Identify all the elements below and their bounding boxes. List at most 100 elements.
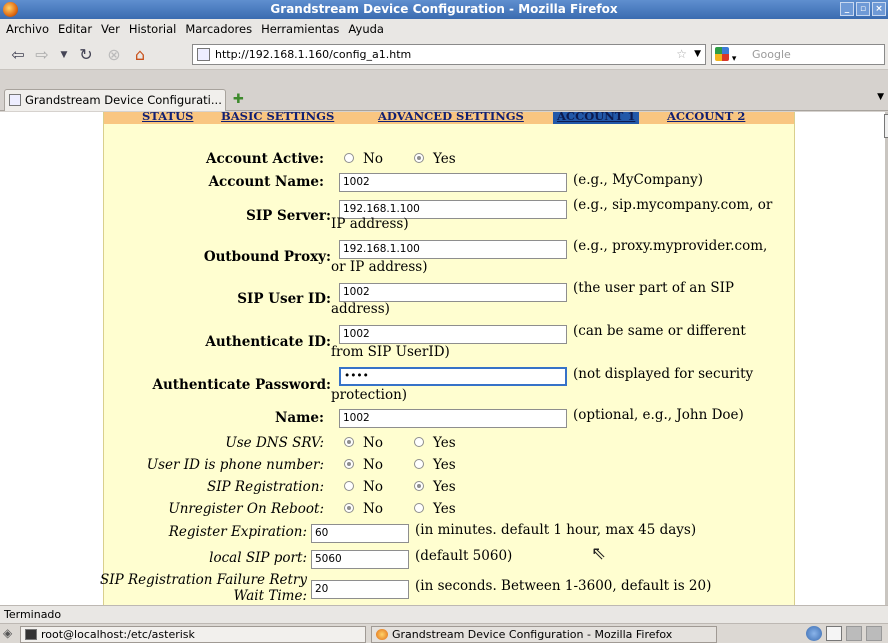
nav-basic-settings-link[interactable]: BASIC SETTINGS xyxy=(221,112,334,123)
home-icon[interactable]: ⌂ xyxy=(130,45,150,65)
account-name-hint: (e.g., MyCompany) xyxy=(573,172,704,188)
retry-wait-label: SIP Registration Failure Retry xyxy=(99,572,307,588)
menubar: Archivo Editar Ver Historial Marcadores … xyxy=(0,19,888,39)
new-tab-icon[interactable]: ✚ xyxy=(233,92,244,107)
back-icon[interactable]: ⇦ xyxy=(8,45,28,65)
menu-marcadores[interactable]: Marcadores xyxy=(185,22,252,36)
system-tray xyxy=(806,626,882,641)
tab-strip: Grandstream Device Configurati... ✚ ▼ xyxy=(0,88,888,111)
menu-herramientas[interactable]: Herramientas xyxy=(261,22,339,36)
retry-wait-hint: (in seconds. Between 1-3600, default is … xyxy=(415,578,712,594)
use-dns-srv-no-radio[interactable]: No xyxy=(344,435,383,451)
retry-wait-label-line2: Wait Time: xyxy=(233,588,307,604)
status-bar: Terminado xyxy=(0,605,888,623)
page-favicon-icon xyxy=(197,48,210,61)
register-expiration-label: Register Expiration: xyxy=(168,524,307,540)
outbound-proxy-hint-wrap: or IP address) xyxy=(331,259,428,275)
stop-icon[interactable]: ⊗ xyxy=(104,45,124,65)
config-panel: STATUS BASIC SETTINGS ADVANCED SETTINGS … xyxy=(99,112,795,605)
tab-label: Grandstream Device Configurati... xyxy=(25,93,222,107)
menu-archivo[interactable]: Archivo xyxy=(6,22,49,36)
desktop-icon[interactable]: ◈ xyxy=(3,626,17,641)
authenticate-id-hint: (can be same or different xyxy=(573,323,746,339)
sip-registration-yes-radio[interactable]: Yes xyxy=(414,479,456,495)
unregister-reboot-no-radio[interactable]: No xyxy=(344,501,383,517)
local-sip-port-hint: (default 5060) xyxy=(415,548,513,564)
workspace-1-icon[interactable] xyxy=(826,626,842,641)
tray-app-icon[interactable] xyxy=(806,626,822,641)
unregister-reboot-yes-radio[interactable]: Yes xyxy=(414,501,456,517)
nav-advanced-settings-link[interactable]: ADVANCED SETTINGS xyxy=(378,112,524,123)
firefox-task-icon xyxy=(376,629,388,640)
sip-registration-label: SIP Registration: xyxy=(206,479,324,495)
account-name-label: Account Name: xyxy=(208,174,324,190)
minimize-button[interactable]: _ xyxy=(840,2,854,16)
menu-editar[interactable]: Editar xyxy=(58,22,92,36)
terminal-icon xyxy=(25,629,37,640)
authenticate-password-hint: (not displayed for security xyxy=(573,366,754,382)
nav-account1-link[interactable]: ACCOUNT 1 xyxy=(553,112,640,124)
register-expiration-input[interactable]: 60 xyxy=(311,524,409,543)
outbound-proxy-input[interactable]: 192.168.1.100 xyxy=(339,240,567,259)
close-button[interactable]: × xyxy=(872,2,886,16)
use-dns-srv-label: Use DNS SRV: xyxy=(225,435,324,451)
firefox-icon xyxy=(3,2,18,17)
user-id-phone-no-radio[interactable]: No xyxy=(344,457,383,473)
sip-server-label: SIP Server: xyxy=(246,208,331,224)
url-input[interactable]: http://192.168.1.160/config_a1.htm ☆ ▼ xyxy=(192,44,706,65)
authenticate-password-input[interactable]: •••• xyxy=(339,367,567,386)
local-sip-port-label: local SIP port: xyxy=(209,550,307,566)
sip-server-hint-wrap: IP address) xyxy=(331,216,409,232)
sip-user-id-hint: (the user part of an SIP xyxy=(573,280,734,296)
search-placeholder: Google xyxy=(752,48,791,61)
tab-grandstream[interactable]: Grandstream Device Configurati... xyxy=(4,89,226,111)
user-id-phone-yes-radio[interactable]: Yes xyxy=(414,457,456,473)
authenticate-id-input[interactable]: 1002 xyxy=(339,325,567,344)
tab-list-icon[interactable]: ▼ xyxy=(877,92,884,102)
nav-status-link[interactable]: STATUS xyxy=(142,112,193,123)
forward-icon[interactable]: ⇨ xyxy=(32,45,52,65)
authenticate-password-hint-wrap: protection) xyxy=(331,387,408,403)
navigation-toolbar: ⇦ ⇨ ▼ ↻ ⊗ ⌂ http://192.168.1.160/config_… xyxy=(0,39,888,70)
reload-icon[interactable]: ↻ xyxy=(76,45,96,65)
window-title: Grandstream Device Configuration - Mozil… xyxy=(270,2,618,16)
nav-account2-link[interactable]: ACCOUNT 2 xyxy=(667,112,745,123)
history-dropdown-icon[interactable]: ▼ xyxy=(54,45,74,65)
menu-ayuda[interactable]: Ayuda xyxy=(348,22,384,36)
register-expiration-hint: (in minutes. default 1 hour, max 45 days… xyxy=(415,522,697,538)
authenticate-password-label: Authenticate Password: xyxy=(152,377,332,393)
window-titlebar: Grandstream Device Configuration - Mozil… xyxy=(0,0,888,19)
use-dns-srv-yes-radio[interactable]: Yes xyxy=(414,435,456,451)
page-content: STATUS BASIC SETTINGS ADVANCED SETTINGS … xyxy=(0,112,888,605)
account-active-no-radio[interactable]: No xyxy=(344,151,383,167)
maximize-button[interactable]: ▫ xyxy=(856,2,870,16)
sip-server-hint: (e.g., sip.mycompany.com, or xyxy=(573,197,773,213)
sip-user-id-input[interactable]: 1002 xyxy=(339,283,567,302)
workspace-2-icon[interactable] xyxy=(846,626,862,641)
task-terminal[interactable]: root@localhost:/etc/asterisk xyxy=(20,626,366,643)
taskbar: ◈ root@localhost:/etc/asterisk Grandstre… xyxy=(0,623,888,643)
authenticate-id-hint-wrap: from SIP UserID) xyxy=(331,344,450,360)
url-text: http://192.168.1.160/config_a1.htm xyxy=(215,48,412,61)
sip-user-id-label: SIP User ID: xyxy=(237,291,331,307)
retry-wait-input[interactable]: 20 xyxy=(311,580,409,599)
account-name-input[interactable]: 1002 xyxy=(339,173,567,192)
outbound-proxy-label: Outbound Proxy: xyxy=(203,249,331,265)
search-input[interactable]: ▾ Google xyxy=(711,44,885,65)
menu-historial[interactable]: Historial xyxy=(129,22,177,36)
name-input[interactable]: 1002 xyxy=(339,409,567,428)
name-hint: (optional, e.g., John Doe) xyxy=(573,407,744,423)
mouse-cursor-icon: ⇖ xyxy=(591,543,607,564)
workspace-3-icon[interactable] xyxy=(866,626,882,641)
search-engine-icon[interactable]: ▾ xyxy=(715,47,739,64)
name-label: Name: xyxy=(275,410,324,426)
url-dropdown-icon[interactable]: ▼ xyxy=(694,45,701,64)
outbound-proxy-hint: (e.g., proxy.myprovider.com, xyxy=(573,238,768,254)
menu-ver[interactable]: Ver xyxy=(101,22,120,36)
account-active-yes-radio[interactable]: Yes xyxy=(414,151,456,167)
local-sip-port-input[interactable]: 5060 xyxy=(311,550,409,569)
bookmark-star-icon[interactable]: ☆ xyxy=(676,45,687,64)
task-firefox[interactable]: Grandstream Device Configuration - Mozil… xyxy=(371,626,717,643)
sip-registration-no-radio[interactable]: No xyxy=(344,479,383,495)
sip-user-id-hint-wrap: address) xyxy=(331,301,390,317)
